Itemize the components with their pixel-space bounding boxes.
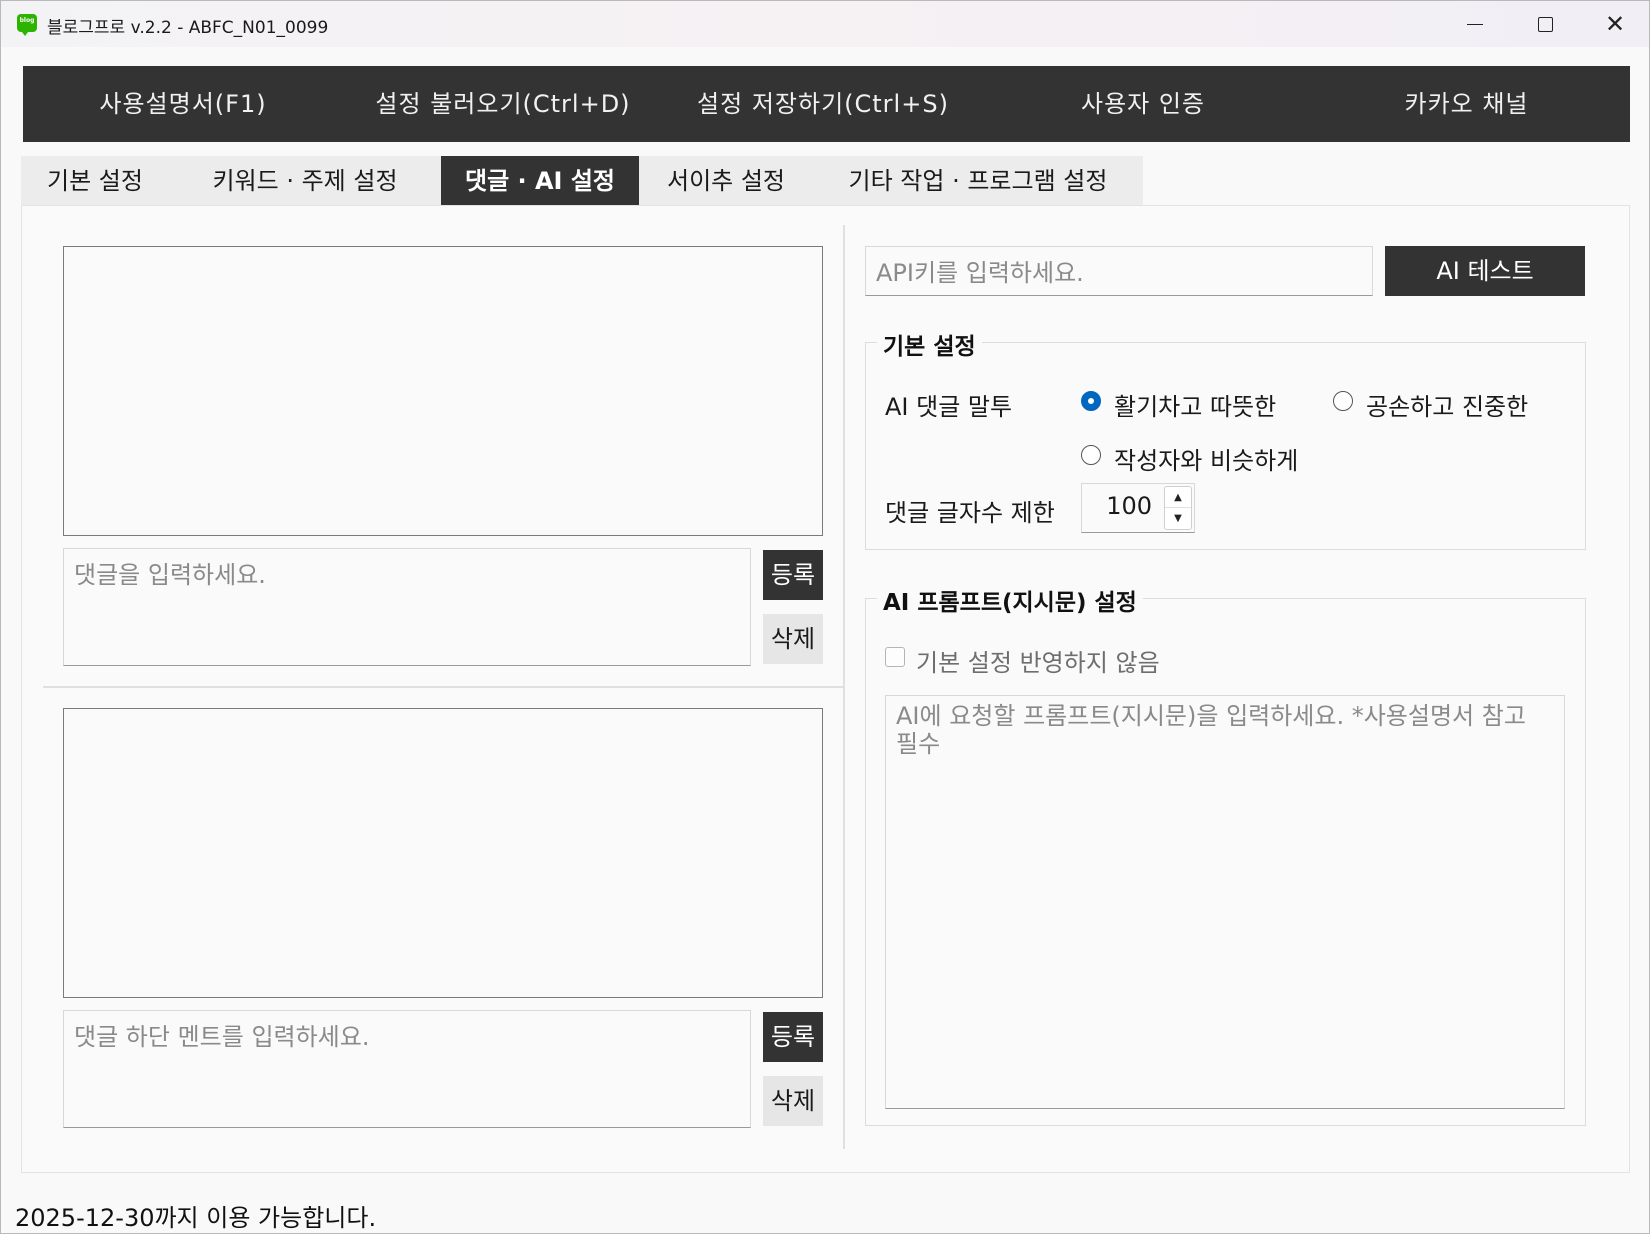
top-menu-bar: 사용설명서(F1) 설정 불러오기(Ctrl+D) 설정 저장하기(Ctrl+S…: [23, 66, 1630, 142]
close-button[interactable]: ✕: [1581, 1, 1649, 47]
char-limit-spinner[interactable]: 100 ▲ ▼: [1081, 483, 1195, 533]
tone-option-polite[interactable]: 공손하고 진중한: [1366, 387, 1528, 422]
tone-label: AI 댓글 말투: [885, 393, 1013, 421]
char-limit-value: 100: [1106, 492, 1152, 520]
column-divider: [843, 225, 845, 1149]
ignore-basic-label[interactable]: 기본 설정 반영하지 않음: [916, 643, 1160, 678]
footer-comment-input[interactable]: 댓글 하단 멘트를 입력하세요.: [63, 1010, 751, 1128]
title-bar: blog 블로그프로 v.2.2 - ABFC_N01_0099 ✕: [1, 1, 1649, 47]
tone-radio-polite[interactable]: [1333, 391, 1353, 411]
tone-radio-warm[interactable]: [1081, 391, 1101, 411]
tone-radio-similar[interactable]: [1081, 445, 1101, 465]
minimize-icon: [1467, 23, 1483, 25]
footer-register-button[interactable]: 등록: [763, 1012, 823, 1062]
close-icon: ✕: [1604, 10, 1626, 38]
menu-load-settings[interactable]: 설정 불러오기(Ctrl+D): [343, 66, 663, 142]
comment-input[interactable]: 댓글을 입력하세요.: [63, 548, 751, 666]
tab-basic-settings[interactable]: 기본 설정: [21, 156, 169, 206]
menu-manual[interactable]: 사용설명서(F1): [23, 66, 343, 142]
char-limit-label: 댓글 글자수 제한: [885, 499, 1055, 527]
tab-neighbor[interactable]: 서이추 설정: [639, 156, 813, 206]
maximize-button[interactable]: [1511, 1, 1579, 47]
tab-keyword-topic[interactable]: 키워드 · 주제 설정: [169, 156, 441, 206]
api-key-input[interactable]: API키를 입력하세요.: [865, 246, 1373, 296]
comment-register-button[interactable]: 등록: [763, 550, 823, 600]
prompt-settings-title: AI 프롬프트(지시문) 설정: [877, 583, 1143, 617]
footer-delete-button[interactable]: 삭제: [763, 1076, 823, 1126]
ai-test-button[interactable]: AI 테스트: [1385, 246, 1585, 296]
minimize-button[interactable]: [1441, 1, 1509, 47]
spinner-down-icon[interactable]: ▼: [1165, 508, 1191, 529]
comment-list[interactable]: [63, 246, 823, 536]
comment-input-placeholder: 댓글을 입력하세요.: [74, 561, 266, 589]
prompt-textarea[interactable]: AI에 요청할 프롬프트(지시문)을 입력하세요. *사용설명서 참고 필수: [885, 695, 1565, 1109]
ignore-basic-checkbox[interactable]: [885, 647, 905, 667]
footer-comment-list[interactable]: [63, 708, 823, 998]
menu-kakao-channel[interactable]: 카카오 채널: [1303, 66, 1630, 142]
footer-input-placeholder: 댓글 하단 멘트를 입력하세요.: [74, 1023, 370, 1051]
left-divider: [43, 686, 843, 688]
spinner-up-icon[interactable]: ▲: [1165, 487, 1191, 508]
api-key-placeholder: API키를 입력하세요.: [876, 259, 1084, 287]
license-status: 2025-12-30까지 이용 가능합니다.: [15, 1204, 377, 1232]
menu-user-auth[interactable]: 사용자 인증: [983, 66, 1303, 142]
blog-logo-icon: blog: [17, 14, 37, 36]
spinner-buttons: ▲ ▼: [1164, 486, 1192, 530]
tab-comment-ai[interactable]: 댓글 · AI 설정: [441, 156, 639, 206]
maximize-icon: [1537, 16, 1553, 32]
prompt-placeholder: AI에 요청할 프롬프트(지시문)을 입력하세요. *사용설명서 참고 필수: [896, 702, 1526, 758]
menu-save-settings[interactable]: 설정 저장하기(Ctrl+S): [663, 66, 983, 142]
tab-etc-program[interactable]: 기타 작업 · 프로그램 설정: [813, 156, 1143, 206]
window-title: 블로그프로 v.2.2 - ABFC_N01_0099: [47, 18, 329, 38]
tone-option-similar[interactable]: 작성자와 비슷하게: [1114, 441, 1298, 476]
basic-settings-title: 기본 설정: [877, 327, 982, 361]
tone-option-warm[interactable]: 활기차고 따뜻한: [1114, 387, 1276, 422]
app-window: blog 블로그프로 v.2.2 - ABFC_N01_0099 ✕ 사용설명서…: [0, 0, 1650, 1234]
comment-delete-button[interactable]: 삭제: [763, 614, 823, 664]
